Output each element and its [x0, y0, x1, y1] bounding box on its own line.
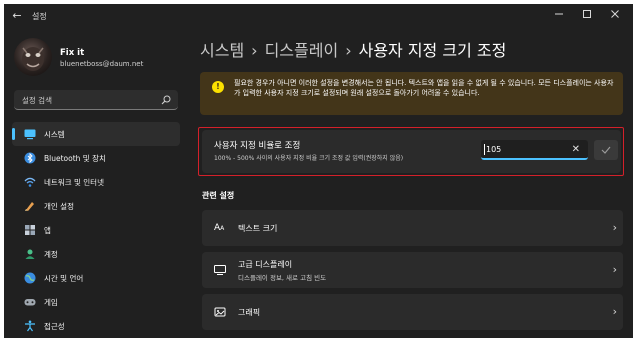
scaling-value: 105	[486, 145, 502, 154]
close-icon	[611, 10, 619, 18]
row-label: 텍스트 크기	[238, 224, 278, 233]
chevron-right-icon: ›	[612, 221, 617, 234]
monitor-icon	[214, 265, 226, 275]
row-label: 고급 디스플레이	[238, 260, 293, 269]
sidebar-item-label: 계정	[44, 250, 58, 259]
title-bar: ← 설정	[4, 4, 633, 30]
row-label: 그래픽	[238, 308, 261, 317]
breadcrumb-separator: ›	[251, 41, 258, 60]
sidebar-item-personalization[interactable]: 개인 설정	[12, 194, 180, 218]
sidebar-nav: 시스템 Bluetooth 및 장치 네트워크 및 인터넷 개인 설정 앱 계정…	[12, 122, 180, 338]
breadcrumb-item-display[interactable]: 디스플레이	[265, 41, 339, 60]
minimize-icon	[555, 13, 563, 15]
apply-button[interactable]	[594, 140, 618, 160]
sidebar-item-accounts[interactable]: 계정	[12, 242, 180, 266]
sidebar-item-time-language[interactable]: 시간 및 언어	[12, 266, 180, 290]
sidebar-item-label: 네트워크 및 인터넷	[44, 178, 104, 187]
warning-text: 필요한 경우가 아니면 이러한 설정을 변경해서는 안 됩니다. 텍스트와 앱을…	[234, 79, 614, 97]
chevron-right-icon: ›	[612, 305, 617, 318]
text-size-icon: AA	[214, 223, 225, 233]
related-row-advanced-display[interactable]: 고급 디스플레이 디스플레이 정보, 새로 고침 빈도 ›	[202, 252, 623, 288]
sidebar-item-label: 시간 및 언어	[44, 274, 84, 283]
app-title: 설정	[32, 12, 47, 21]
breadcrumb-separator: ›	[345, 41, 352, 60]
apps-icon	[25, 225, 35, 235]
time-language-icon	[24, 272, 36, 284]
sidebar-item-gaming[interactable]: 게임	[12, 290, 180, 314]
sidebar-item-label: Bluetooth 및 장치	[44, 154, 106, 163]
system-icon	[24, 129, 36, 140]
user-email: bluenetboss@daum.net	[60, 60, 144, 68]
checkmark-icon	[601, 146, 611, 154]
network-icon	[24, 177, 36, 187]
custom-scaling-card: 사용자 지정 비율로 조정 100% - 500% 사이의 사용자 지정 비율 …	[202, 130, 621, 173]
scaling-value-input[interactable]: 105 ✕	[481, 140, 588, 160]
related-row-text-size[interactable]: AA 텍스트 크기 ›	[202, 210, 623, 246]
related-settings-heading: 관련 설정	[202, 191, 235, 200]
related-row-graphics[interactable]: 그래픽 ›	[202, 294, 623, 330]
search-input[interactable]: 설정 검색	[14, 90, 178, 110]
personalization-icon	[25, 202, 34, 211]
clear-icon[interactable]: ✕	[572, 144, 580, 156]
maximize-button[interactable]	[573, 7, 601, 21]
settings-window: ← 설정 Fix it bluenetboss@daum.net 설정 검색 시…	[4, 4, 633, 338]
search-placeholder: 설정 검색	[22, 96, 52, 105]
chevron-right-icon: ›	[612, 263, 617, 276]
warning-icon: !	[212, 81, 224, 93]
sidebar-item-label: 개인 설정	[44, 202, 74, 211]
avatar-image	[22, 47, 44, 71]
warning-banner: ! 필요한 경우가 아니면 이러한 설정을 변경해서는 안 됩니다. 텍스트와 …	[200, 72, 623, 115]
active-indicator	[12, 128, 15, 140]
accounts-icon	[25, 249, 35, 259]
sidebar-item-bluetooth[interactable]: Bluetooth 및 장치	[12, 146, 180, 170]
sidebar-item-accessibility[interactable]: 접근성	[12, 314, 180, 338]
breadcrumb: 시스템 › 디스플레이 › 사용자 지정 크기 조정	[200, 37, 506, 61]
avatar[interactable]	[14, 38, 52, 76]
sidebar-item-label: 앱	[44, 226, 51, 235]
sidebar-item-label: 게임	[44, 298, 58, 307]
sidebar-item-label: 시스템	[44, 130, 65, 139]
accessibility-icon	[25, 320, 35, 332]
bluetooth-icon	[24, 152, 36, 164]
back-arrow-icon[interactable]: ←	[10, 9, 24, 23]
sidebar-item-network[interactable]: 네트워크 및 인터넷	[12, 170, 180, 194]
sidebar-item-system[interactable]: 시스템	[12, 122, 180, 146]
sidebar-item-apps[interactable]: 앱	[12, 218, 180, 242]
user-name: Fix it	[60, 48, 85, 58]
text-caret	[484, 144, 485, 155]
row-sublabel: 디스플레이 정보, 새로 고침 빈도	[238, 274, 327, 282]
custom-scaling-title: 사용자 지정 비율로 조정	[214, 141, 301, 151]
graphics-icon	[214, 307, 226, 317]
search-icon	[161, 95, 171, 105]
maximize-icon	[583, 10, 591, 18]
close-window-button[interactable]	[601, 7, 629, 21]
breadcrumb-item-system[interactable]: 시스템	[200, 41, 244, 60]
sidebar-item-label: 접근성	[44, 322, 65, 331]
custom-scaling-description: 100% - 500% 사이의 사용자 지정 비율 크기 조정 값 입력(권장하…	[214, 155, 404, 162]
page-title: 사용자 지정 크기 조정	[358, 41, 507, 60]
gaming-icon	[24, 299, 36, 306]
minimize-button[interactable]	[545, 7, 573, 21]
